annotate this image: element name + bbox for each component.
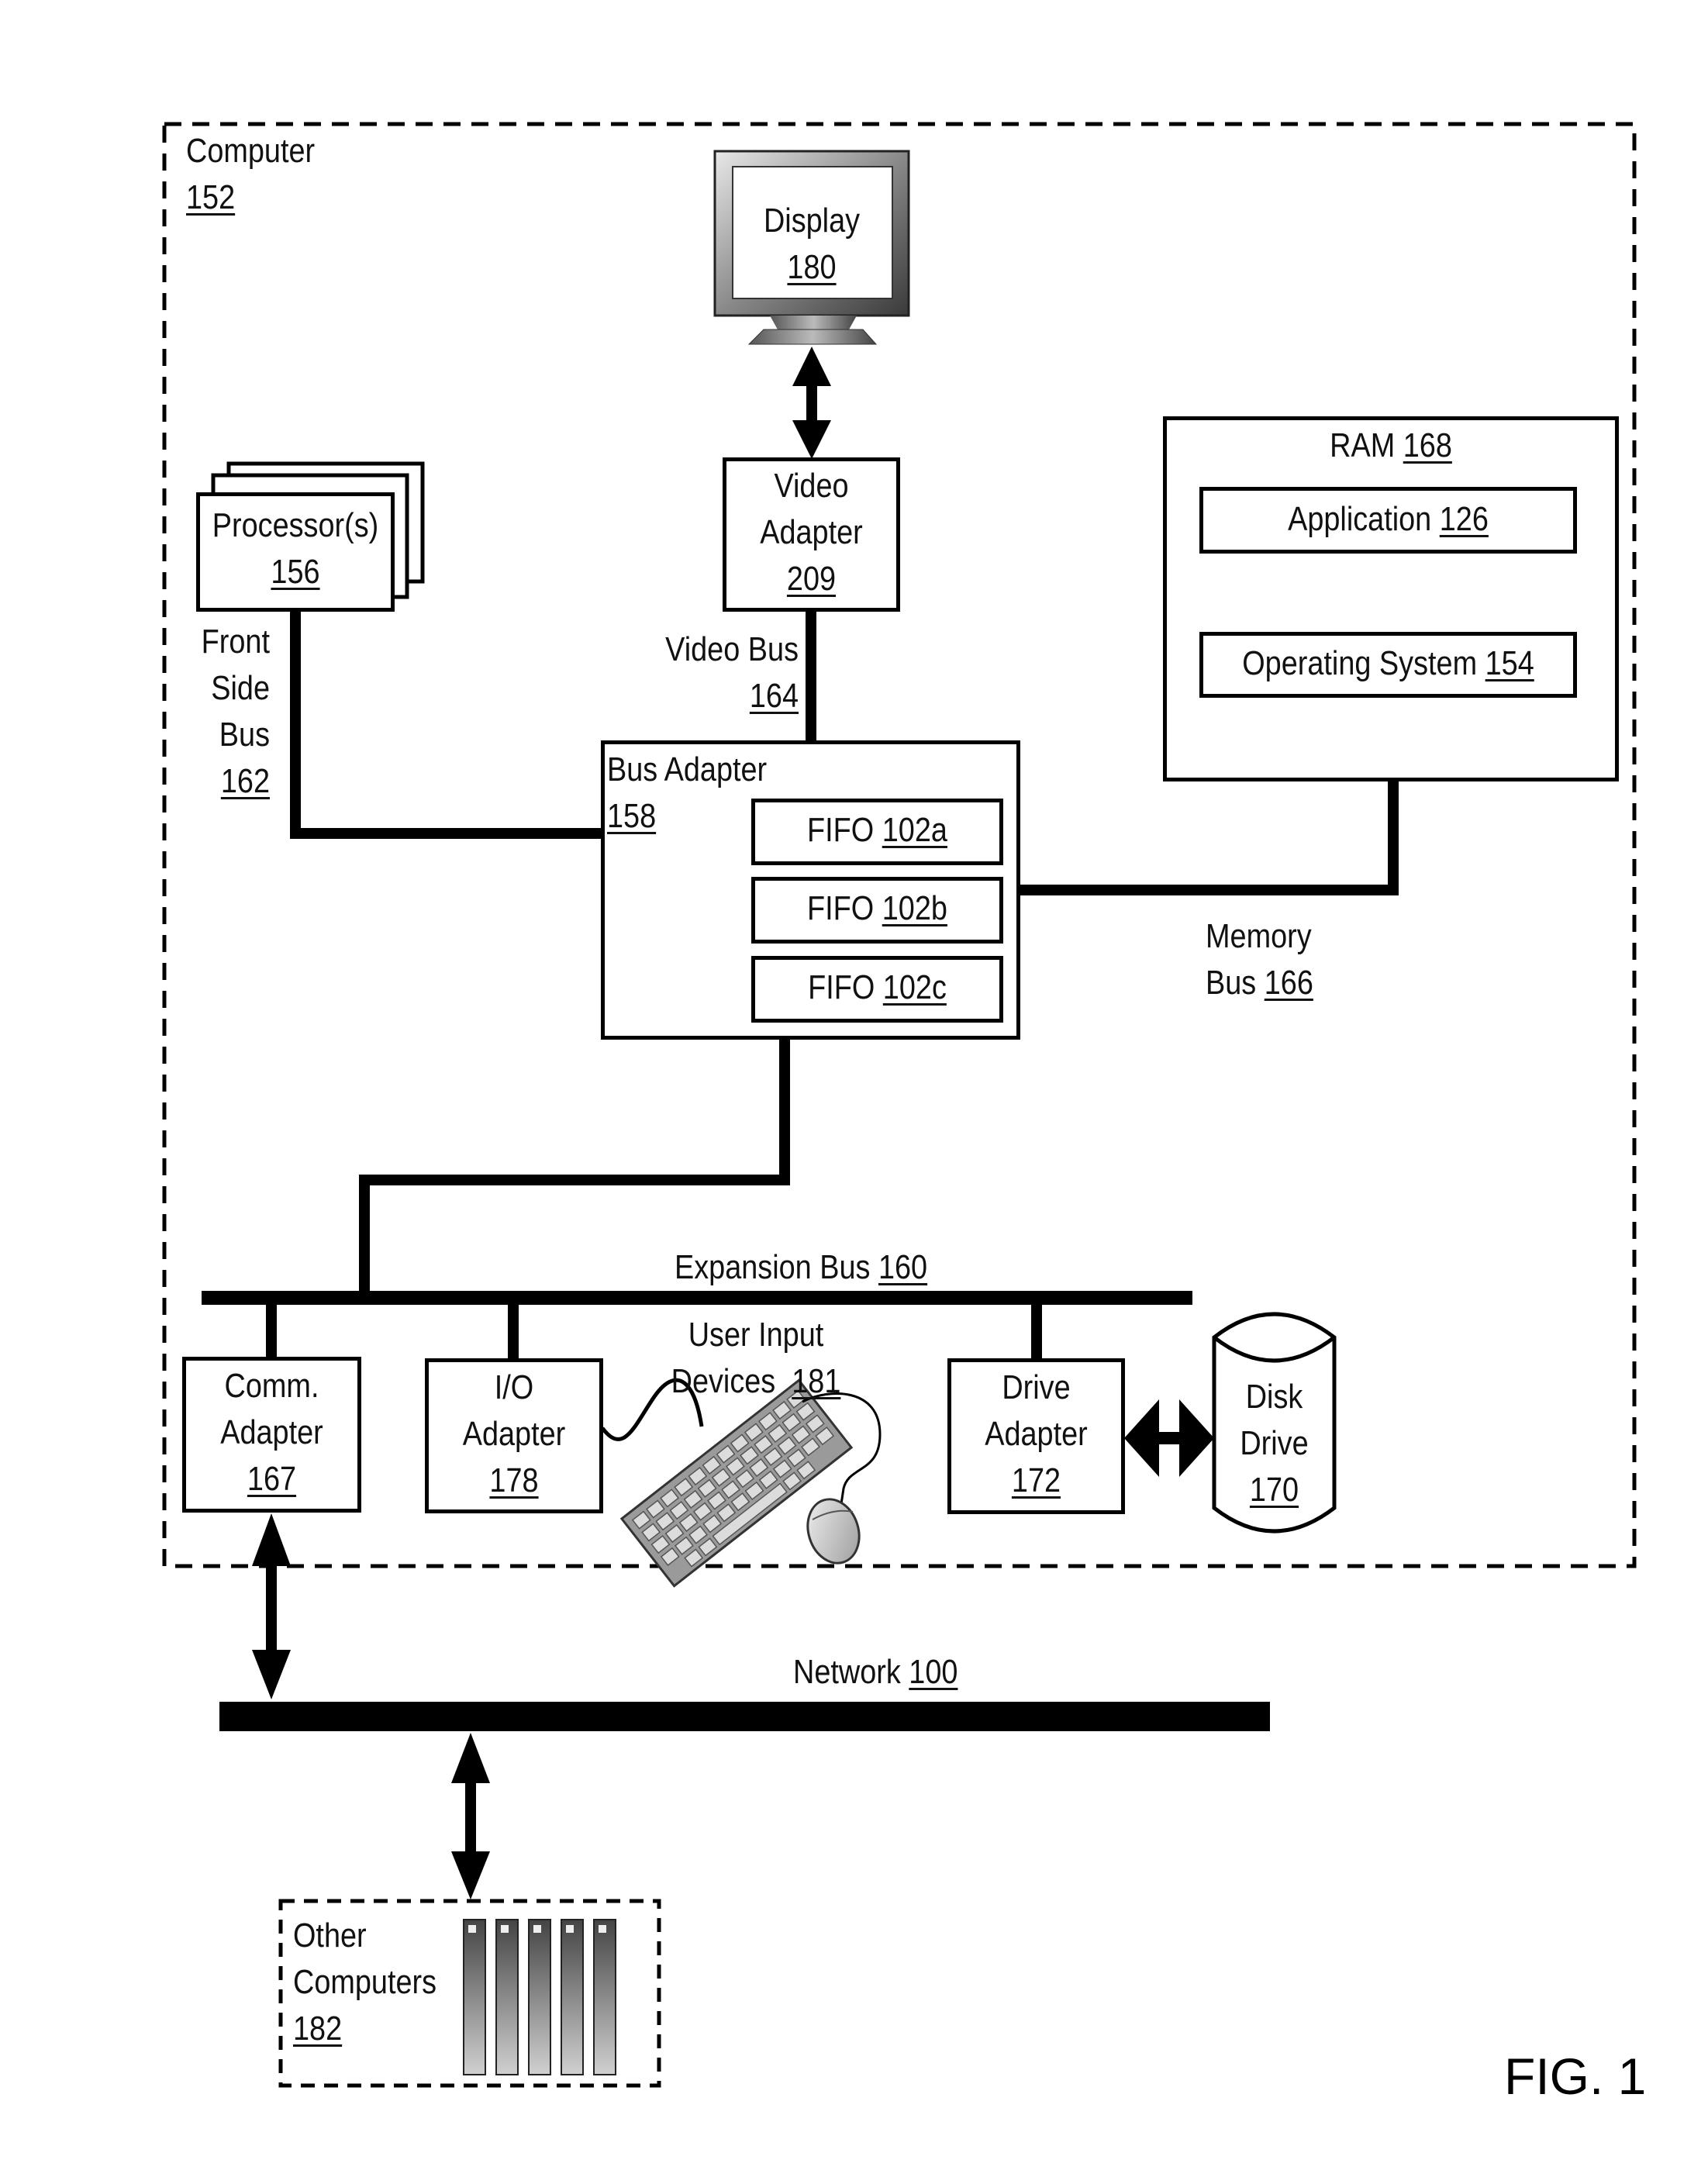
figure-label: FIG. 1 <box>1504 2048 1647 2105</box>
expansion-bus-name: Expansion Bus <box>675 1248 871 1286</box>
expansion-bus-label: Expansion Bus 160 <box>675 1244 927 1291</box>
front-side-bus-label: Front Side Bus 162 <box>171 619 270 805</box>
fifo-name: FIFO <box>807 889 875 927</box>
io-adapter-label: I/O Adapter 178 <box>437 1365 591 1504</box>
video-bus-name: Video Bus <box>665 630 799 668</box>
video-adapter-label: Video Adapter 209 <box>735 463 888 602</box>
user-input-line2: Devices <box>671 1362 776 1400</box>
front-side-bus-line <box>290 610 602 839</box>
network-ref: 100 <box>909 1653 958 1691</box>
io-adapter-drop <box>508 1302 519 1360</box>
application-ref: 126 <box>1439 500 1489 538</box>
expansion-bus-ref: 160 <box>878 1248 928 1286</box>
bus-adapter-name: Bus Adapter <box>607 750 768 788</box>
io-adapter-ref: 178 <box>489 1461 539 1499</box>
ram-box <box>1163 416 1619 781</box>
fsb-line3: Bus <box>219 716 270 754</box>
fifo-name: FIFO <box>807 811 875 849</box>
expansion-bus-line <box>202 1291 1192 1305</box>
fsb-line2: Side <box>211 669 270 707</box>
ram-label: RAM 168 <box>1195 423 1587 469</box>
drive-adapter-label: Drive Adapter 172 <box>960 1365 1113 1504</box>
display-video-arrow <box>792 347 831 459</box>
display-name: Display <box>763 202 861 240</box>
comm-adapter-drop <box>266 1302 277 1358</box>
io-adapter-line2: Adapter <box>462 1415 566 1453</box>
comm-adapter-line2: Adapter <box>220 1413 323 1451</box>
fifo-ref: 102a <box>882 811 947 849</box>
fifo-name: FIFO <box>808 968 875 1006</box>
user-input-ref: 181 <box>792 1362 841 1400</box>
comm-adapter-line1: Comm. <box>224 1367 319 1405</box>
computer-label: Computer 152 <box>186 128 315 221</box>
drive-disk-arrow <box>1124 1399 1214 1477</box>
disk-drive-line1: Disk <box>1245 1378 1303 1416</box>
network-label: Network 100 <box>793 1649 958 1696</box>
memory-bus-line1: Memory <box>1206 917 1312 955</box>
comm-adapter-label: Comm. Adapter 167 <box>195 1363 349 1503</box>
fifo-ref: 102b <box>882 889 947 927</box>
processor-label: Processor(s) 156 <box>210 502 381 595</box>
video-bus-ref: 164 <box>749 677 799 715</box>
operating-system-name: Operating System <box>1242 644 1478 682</box>
application-label: Application 126 <box>1226 496 1551 543</box>
user-input-line1: User Input <box>688 1316 824 1354</box>
operating-system-label: Operating System 154 <box>1226 640 1551 687</box>
disk-drive-label: Disk Drive 170 <box>1223 1374 1326 1513</box>
processor-ref: 156 <box>271 553 320 591</box>
other-computers-label: Other Computers 182 <box>293 1913 436 2052</box>
comm-adapter-ref: 167 <box>247 1460 297 1498</box>
drive-adapter-line2: Adapter <box>985 1415 1088 1453</box>
bus-adapter-ref: 158 <box>607 797 657 835</box>
computer-ref: 152 <box>186 178 236 216</box>
user-input-devices-label: User Input Devices 181 <box>666 1312 846 1405</box>
memory-bus-label: Memory Bus 166 <box>1206 913 1313 1006</box>
disk-drive-ref: 170 <box>1249 1471 1299 1509</box>
network-other-arrow <box>451 1733 490 1899</box>
drive-adapter-drop <box>1031 1302 1042 1360</box>
fifo-label: FIFO 102a <box>769 807 986 854</box>
fsb-line1: Front <box>201 623 270 661</box>
video-bus-label: Video Bus 164 <box>632 626 799 719</box>
comm-network-arrow <box>252 1513 291 1699</box>
drive-adapter-line1: Drive <box>1002 1368 1071 1406</box>
diagram-canvas <box>162 122 1637 2088</box>
fifo-label: FIFO 102b <box>769 885 986 932</box>
fifo-ref: 102c <box>882 968 947 1006</box>
disk-drive-line2: Drive <box>1240 1424 1309 1462</box>
ram-ref: 168 <box>1403 426 1452 464</box>
video-adapter-line2: Adapter <box>760 513 863 551</box>
network-name: Network <box>793 1653 901 1691</box>
computer-name: Computer <box>186 132 316 170</box>
operating-system-ref: 154 <box>1485 644 1534 682</box>
video-adapter-ref: 209 <box>786 560 837 598</box>
drive-adapter-ref: 172 <box>1011 1461 1061 1499</box>
fifo-label: FIFO 102c <box>769 964 986 1011</box>
processor-name: Processor(s) <box>212 506 379 544</box>
network-line <box>219 1702 1270 1731</box>
memory-bus-line2: Bus <box>1206 964 1257 1002</box>
bus-adapter-label: Bus Adapter 158 <box>607 747 767 840</box>
other-computers-line2: Computers <box>293 1963 437 2001</box>
video-adapter-line1: Video <box>774 467 849 505</box>
server-rack-icon <box>463 1919 616 2075</box>
display-ref: 180 <box>787 248 837 286</box>
memory-bus-ref: 166 <box>1264 964 1313 1002</box>
application-name: Application <box>1288 500 1432 538</box>
display-label: Display 180 <box>745 198 878 291</box>
keyboard-icon <box>600 1378 854 1588</box>
memory-bus-line <box>1018 779 1399 895</box>
fsb-ref: 162 <box>220 762 270 800</box>
other-computers-ref: 182 <box>293 2010 343 2048</box>
ram-name: RAM <box>1330 426 1396 464</box>
io-adapter-line1: I/O <box>494 1368 534 1406</box>
other-computers-line1: Other <box>293 1917 367 1954</box>
